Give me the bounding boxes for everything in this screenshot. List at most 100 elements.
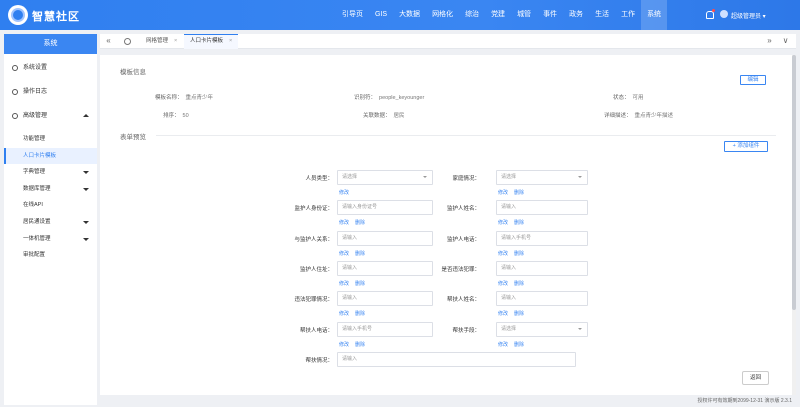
delete-field-link[interactable]: 删除 xyxy=(355,342,365,348)
sidebar-item-system-settings[interactable]: 系统设置 xyxy=(4,57,97,79)
nav-item[interactable]: 系统 xyxy=(641,0,668,30)
nav-item[interactable]: 引导页 xyxy=(336,0,369,30)
edit-field-link[interactable]: 修改 xyxy=(339,342,349,348)
delete-field-link[interactable]: 删除 xyxy=(355,220,365,226)
nav-item[interactable]: 大数据 xyxy=(393,0,426,30)
form-input[interactable]: 请输入 xyxy=(337,261,433,276)
sidebar-subitem[interactable]: 审批配置 xyxy=(4,247,97,264)
nav-item[interactable]: 事件 xyxy=(537,0,563,30)
sidebar-subitem[interactable]: 在线API xyxy=(4,197,97,214)
edit-field-link[interactable]: 修改 xyxy=(498,281,508,287)
field-value: people_keyounger xyxy=(379,95,425,101)
form-input[interactable]: 请输入 xyxy=(337,231,433,246)
form-input[interactable]: 请输入 xyxy=(496,261,588,276)
nav-item[interactable]: 城管 xyxy=(511,0,537,30)
edit-field-link[interactable]: 修改 xyxy=(339,281,349,287)
form-input[interactable]: 请输入 xyxy=(496,291,588,306)
form-select[interactable]: 请选择 xyxy=(337,170,433,185)
tab-scroll-left-button[interactable]: « xyxy=(103,36,114,47)
form-input[interactable]: 请输入 xyxy=(496,200,588,215)
edit-field-link[interactable]: 修改 xyxy=(339,251,349,257)
edit-field-link[interactable]: 修改 xyxy=(339,190,349,196)
nav-item[interactable]: 生活 xyxy=(589,0,615,30)
related-data-field: 关联数据： 居民 xyxy=(363,111,405,119)
avatar[interactable] xyxy=(720,10,728,18)
sidebar-subitem[interactable]: 人口卡片模板 xyxy=(4,147,97,165)
delete-field-link[interactable]: 删除 xyxy=(514,190,524,196)
edit-field-link[interactable]: 修改 xyxy=(498,190,508,196)
delete-field-link[interactable]: 删除 xyxy=(355,281,365,287)
field-label: 识别符： xyxy=(354,95,377,101)
placeholder-text: 请选择 xyxy=(501,174,517,180)
notification-bell-icon[interactable] xyxy=(705,9,715,19)
sidebar-subitem[interactable]: 数据库管理 xyxy=(4,181,97,198)
delete-field-link[interactable]: 删除 xyxy=(514,311,524,317)
close-icon[interactable]: × xyxy=(229,38,232,44)
delete-field-link[interactable]: 删除 xyxy=(355,311,365,317)
delete-field-link[interactable]: 删除 xyxy=(514,251,524,257)
sidebar-subitem[interactable]: 功能管理 xyxy=(4,131,97,148)
nav-item[interactable]: 综治 xyxy=(459,0,485,30)
add-component-button[interactable]: + 添加组件 xyxy=(724,141,768,152)
edit-field-link[interactable]: 修改 xyxy=(498,251,508,257)
close-icon[interactable]: × xyxy=(174,38,177,44)
field-actions: 修改 删除 xyxy=(339,280,371,287)
form-field-label: 监护人电话： xyxy=(446,237,480,243)
form-field-label: 帮扶情况： xyxy=(305,358,333,364)
form-field-label: 帮扶人姓名： xyxy=(446,297,480,303)
edit-field-link[interactable]: 修改 xyxy=(498,220,508,226)
admin-user-menu[interactable]: 超级管理员 ▾ xyxy=(731,11,766,20)
form-input[interactable]: 请输入身份证号 xyxy=(337,200,433,215)
template-info-title: 模板信息 xyxy=(120,69,146,76)
tab-population-card-template[interactable]: 人口卡片模板 × xyxy=(184,34,239,49)
sidebar-item-label: 系统设置 xyxy=(23,65,48,71)
delete-field-link[interactable]: 删除 xyxy=(514,220,524,226)
edit-field-link[interactable]: 修改 xyxy=(498,342,508,348)
form-select[interactable]: 请选择 xyxy=(496,322,588,337)
tab-grid-management[interactable]: 网格管理 × xyxy=(140,34,183,49)
form-input[interactable]: 请输入手机号 xyxy=(337,322,433,337)
home-icon[interactable] xyxy=(124,38,131,45)
delete-field-link[interactable]: 删除 xyxy=(514,342,524,348)
circle-icon xyxy=(12,65,18,71)
scrollbar[interactable] xyxy=(792,55,796,395)
tab-scroll-right-button[interactable]: » xyxy=(764,36,775,47)
status-field: 状态： 可用 xyxy=(613,93,644,101)
delete-field-link[interactable]: 删除 xyxy=(355,251,365,257)
placeholder-text: 请选择 xyxy=(501,326,517,332)
back-button[interactable]: 返回 xyxy=(742,371,769,385)
form-field-label: 与监护人关系： xyxy=(294,237,333,243)
tab-menu-button[interactable]: ∨ xyxy=(780,36,791,47)
top-navigation-bar: 智慧社区 引导页 GIS 大数据 网格化 综治 党建 城管 事件 政务 生活 工作 系统 超级管理员 … xyxy=(0,0,800,30)
sidebar-subitem-label: 在线API xyxy=(23,202,43,209)
form-input[interactable]: 请输入 xyxy=(337,291,433,306)
field-actions: 修改 删除 xyxy=(498,189,530,196)
nav-item[interactable]: 党建 xyxy=(485,0,511,30)
nav-item[interactable]: 政务 xyxy=(563,0,589,30)
field-label: 排序： xyxy=(163,113,180,119)
field-actions: 修改 删除 xyxy=(498,280,530,287)
sidebar-subitem[interactable]: 居民通设置 xyxy=(4,214,97,231)
nav-item[interactable]: 工作 xyxy=(615,0,641,30)
chevron-down-icon xyxy=(83,171,89,175)
edit-field-link[interactable]: 修改 xyxy=(339,220,349,226)
form-field-label: 监护人身份证： xyxy=(294,206,333,212)
chevron-down-icon xyxy=(83,237,89,241)
edit-field-link[interactable]: 修改 xyxy=(339,311,349,317)
form-input[interactable]: 请输入手机号 xyxy=(496,231,588,246)
edit-field-link[interactable]: 修改 xyxy=(498,311,508,317)
sidebar-item-operation-log[interactable]: 操作日志 xyxy=(4,81,97,103)
nav-item[interactable]: 网格化 xyxy=(426,0,459,30)
form-input[interactable]: 请输入 xyxy=(337,352,576,367)
sidebar-title: 系统 xyxy=(4,34,97,54)
edit-button[interactable]: 编辑 xyxy=(740,75,766,85)
sidebar-item-advanced-management[interactable]: 高级管理 xyxy=(4,105,97,127)
sidebar-subitem[interactable]: 字典管理 xyxy=(4,164,97,181)
tab-label: 人口卡片模板 xyxy=(190,38,224,44)
sidebar-subitem[interactable]: 一体机管理 xyxy=(4,231,97,248)
form-field-label: 监护人住址： xyxy=(299,267,333,273)
circle-icon xyxy=(12,113,18,119)
nav-item[interactable]: GIS xyxy=(369,0,393,30)
delete-field-link[interactable]: 删除 xyxy=(514,281,524,287)
form-select[interactable]: 请选择 xyxy=(496,170,588,185)
